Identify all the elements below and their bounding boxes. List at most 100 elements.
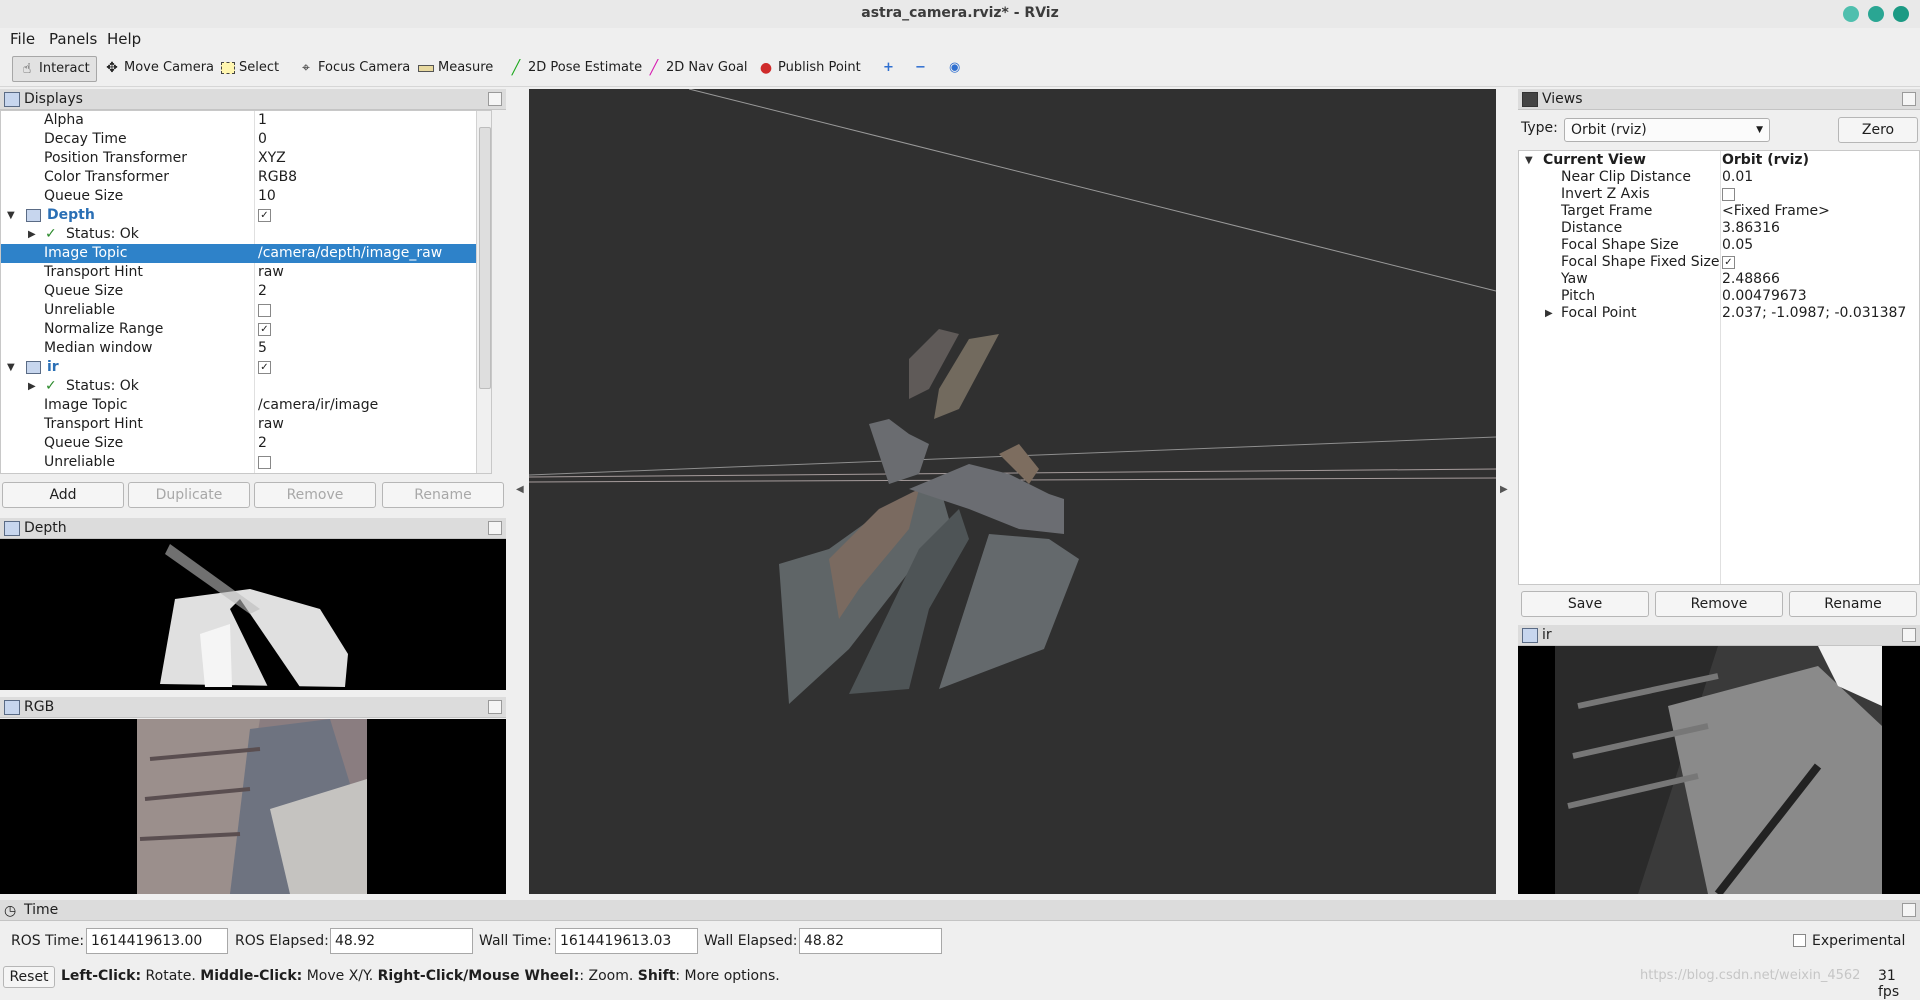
- tree-row-selected[interactable]: Image Topic/camera/depth/image_raw: [1, 244, 491, 263]
- tree-row[interactable]: Color Transformer RGB8: [1, 168, 491, 187]
- move-camera-tool[interactable]: ✥ Move Camera: [98, 56, 220, 80]
- invert-z-checkbox[interactable]: [1722, 187, 1735, 201]
- 3d-render-view[interactable]: [529, 89, 1496, 894]
- tree-row[interactable]: Queue Size 2: [1, 434, 491, 453]
- vertical-scrollbar[interactable]: [476, 111, 491, 473]
- focus-camera-tool[interactable]: ⌖ Focus Camera: [292, 56, 416, 80]
- panel-close-icon[interactable]: [488, 700, 502, 714]
- expand-down-icon[interactable]: ▼: [7, 358, 15, 377]
- prop-value[interactable]: 5: [258, 339, 267, 358]
- expand-right-icon[interactable]: ▶: [1545, 304, 1553, 323]
- hint-text: Rotate.: [141, 968, 201, 984]
- close-button[interactable]: [1893, 6, 1909, 22]
- select-tool[interactable]: Select: [215, 56, 285, 80]
- interact-tool[interactable]: ☝ Interact: [12, 56, 97, 82]
- publish-point-label: Publish Point: [778, 60, 861, 75]
- fixed-size-checkbox[interactable]: ✓: [1722, 255, 1735, 269]
- tree-row[interactable]: ▶ ✓ Status: Ok: [1, 225, 491, 244]
- views-tree[interactable]: ▼ Current View Orbit (rviz) Near Clip Dist…: [1518, 150, 1920, 585]
- menu-help[interactable]: Help: [107, 30, 141, 48]
- tree-row[interactable]: Median window 5: [1, 339, 491, 358]
- status-text: Status: Ok: [66, 378, 139, 394]
- prop-value[interactable]: /camera/ir/image: [258, 396, 378, 415]
- view-tool-button[interactable]: ◉: [943, 56, 966, 80]
- prop-value[interactable]: 2.037; -1.0987; -0.031387: [1722, 304, 1906, 323]
- tree-row[interactable]: Transport Hint raw: [1, 263, 491, 282]
- expand-down-icon[interactable]: ▼: [7, 206, 15, 225]
- add-tool-button[interactable]: +: [877, 56, 900, 80]
- scroll-thumb[interactable]: [479, 127, 491, 389]
- tree-row[interactable]: Transport Hint raw: [1, 415, 491, 434]
- watermark-text: https://blog.csdn.net/weixin_4562: [1640, 968, 1861, 983]
- wall-elapsed-field[interactable]: 48.82: [799, 928, 942, 954]
- prop-value[interactable]: XYZ: [258, 149, 286, 168]
- prop-value[interactable]: 1: [258, 111, 267, 130]
- tree-row[interactable]: Unreliable: [1, 301, 491, 320]
- tree-row-ir[interactable]: ▼ ir ✓: [1, 358, 491, 377]
- prop-value[interactable]: 10: [258, 187, 276, 206]
- menu-panels[interactable]: Panels: [49, 30, 97, 48]
- duplicate-button[interactable]: Duplicate: [128, 482, 250, 508]
- experimental-checkbox[interactable]: [1793, 934, 1806, 947]
- tree-row[interactable]: Normalize Range ✓: [1, 320, 491, 339]
- prop-value[interactable]: 0: [258, 130, 267, 149]
- reset-button[interactable]: Reset: [3, 966, 55, 988]
- minimize-button[interactable]: [1843, 6, 1859, 22]
- panel-close-icon[interactable]: [488, 92, 502, 106]
- panel-close-icon[interactable]: [488, 521, 502, 535]
- ros-elapsed-field[interactable]: 48.92: [330, 928, 473, 954]
- tree-row[interactable]: Decay Time 0: [1, 130, 491, 149]
- map-pin-icon: ●: [759, 60, 773, 76]
- wall-time-field[interactable]: 1614419613.03: [555, 928, 698, 954]
- remove-button[interactable]: Remove: [254, 482, 376, 508]
- ros-time-field[interactable]: 1614419613.00: [86, 928, 228, 954]
- panel-close-icon[interactable]: [1902, 92, 1916, 106]
- zero-button[interactable]: Zero: [1838, 117, 1918, 143]
- enabled-checkbox[interactable]: ✓: [258, 360, 271, 374]
- maximize-button[interactable]: [1868, 6, 1884, 22]
- publish-point-tool[interactable]: ● Publish Point: [752, 56, 867, 80]
- unreliable-checkbox[interactable]: [258, 303, 271, 317]
- nav-goal-tool[interactable]: ╱ 2D Nav Goal: [640, 56, 754, 80]
- tree-row[interactable]: ▶ Focal Point 2.037; -1.0987; -0.031387: [1519, 304, 1919, 323]
- prop-value[interactable]: 2: [258, 282, 267, 301]
- views-remove-button[interactable]: Remove: [1655, 591, 1783, 617]
- tree-row-depth[interactable]: ▼ Depth ✓: [1, 206, 491, 225]
- measure-tool[interactable]: Measure: [412, 56, 499, 80]
- depth-panel-title: Depth: [24, 520, 67, 536]
- tree-row[interactable]: Queue Size 10: [1, 187, 491, 206]
- prop-value[interactable]: raw: [258, 415, 284, 434]
- panel-close-icon[interactable]: [1902, 903, 1916, 917]
- panel-close-icon[interactable]: [1902, 628, 1916, 642]
- check-icon: ✓: [45, 378, 57, 394]
- collapse-left-icon[interactable]: ◀: [516, 484, 524, 495]
- expand-right-icon[interactable]: ▶: [28, 225, 36, 244]
- tree-row[interactable]: Queue Size 2: [1, 282, 491, 301]
- rename-button[interactable]: Rename: [382, 482, 504, 508]
- tree-row[interactable]: Image Topic/camera/ir/image: [1, 396, 491, 415]
- enabled-checkbox[interactable]: ✓: [258, 208, 271, 222]
- prop-key: Position Transformer: [44, 150, 187, 166]
- views-rename-button[interactable]: Rename: [1789, 591, 1917, 617]
- expand-right-icon[interactable]: ▶: [28, 377, 36, 396]
- tree-row[interactable]: Alpha 1: [1, 111, 491, 130]
- menu-file[interactable]: File: [10, 30, 35, 48]
- collapse-right-icon[interactable]: ▶: [1500, 484, 1508, 495]
- displays-tree[interactable]: Alpha 1 Decay Time 0 Position Transformer X…: [0, 110, 492, 474]
- views-save-button[interactable]: Save: [1521, 591, 1649, 617]
- chevron-down-icon: ▼: [1756, 125, 1763, 135]
- prop-value[interactable]: 2: [258, 434, 267, 453]
- unreliable-checkbox[interactable]: [258, 455, 271, 469]
- pose-estimate-tool[interactable]: ╱ 2D Pose Estimate: [502, 56, 648, 80]
- normalize-checkbox[interactable]: ✓: [258, 322, 271, 336]
- tree-row[interactable]: Unreliable: [1, 453, 491, 472]
- prop-value[interactable]: /camera/depth/image_raw: [258, 244, 442, 263]
- tree-row[interactable]: Position Transformer XYZ: [1, 149, 491, 168]
- prop-value[interactable]: RGB8: [258, 168, 297, 187]
- measure-label: Measure: [438, 60, 494, 75]
- view-type-select[interactable]: Orbit (rviz) ▼: [1564, 118, 1770, 142]
- tree-row[interactable]: ▶ ✓ Status: Ok: [1, 377, 491, 396]
- add-button[interactable]: Add: [2, 482, 124, 508]
- prop-value[interactable]: raw: [258, 263, 284, 282]
- remove-tool-button[interactable]: −: [909, 56, 932, 80]
